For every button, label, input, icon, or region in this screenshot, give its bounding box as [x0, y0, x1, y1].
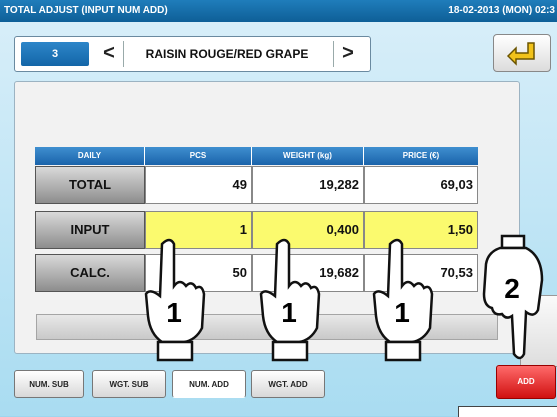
title-bar: TOTAL ADJUST (INPUT NUM ADD) 18-02-2013 … [0, 0, 557, 22]
tab-num-add[interactable]: NUM. ADD [172, 370, 246, 398]
hand-label: 1 [281, 297, 297, 328]
pointing-hand-icon: 1 [372, 238, 434, 362]
header-pcs: PCS [145, 147, 252, 165]
plu-number[interactable]: 3 [21, 42, 89, 66]
total-weight: 19,282 [252, 166, 364, 204]
total-price: 69,03 [364, 166, 478, 204]
pointing-hand-icon: 1 [144, 238, 206, 362]
pointing-hand-icon: 1 [259, 238, 321, 362]
total-pcs: 49 [145, 166, 252, 204]
return-arrow-icon [506, 42, 535, 66]
tab-num-sub[interactable]: NUM. SUB [14, 370, 84, 398]
header-price: PRICE (€) [364, 147, 478, 165]
row-label-total: TOTAL [35, 166, 145, 204]
datetime: 18-02-2013 (MON) 02:3 [448, 5, 555, 16]
hand-label: 1 [166, 297, 182, 328]
pointing-hand-icon: 2 [482, 234, 544, 360]
header-weight: WEIGHT (kg) [252, 147, 364, 165]
bottom-edge-box [458, 406, 557, 417]
row-label-input: INPUT [35, 211, 145, 249]
plu-name: RAISIN ROUGE/RED GRAPE [145, 47, 309, 61]
back-button[interactable] [493, 34, 551, 72]
next-button[interactable]: > [333, 41, 362, 67]
tab-wgt-sub[interactable]: WGT. SUB [92, 370, 166, 398]
header-daily: DAILY [35, 147, 145, 165]
plu-navigator: 3 < RAISIN ROUGE/RED GRAPE > [14, 36, 371, 72]
row-label-calc: CALC. [35, 254, 145, 292]
hand-label: 2 [504, 273, 520, 304]
hand-label: 1 [394, 297, 410, 328]
add-button[interactable]: ADD [496, 365, 556, 399]
screen-title: TOTAL ADJUST (INPUT NUM ADD) [4, 5, 168, 16]
prev-button[interactable]: < [95, 41, 124, 67]
tab-wgt-add[interactable]: WGT. ADD [251, 370, 325, 398]
